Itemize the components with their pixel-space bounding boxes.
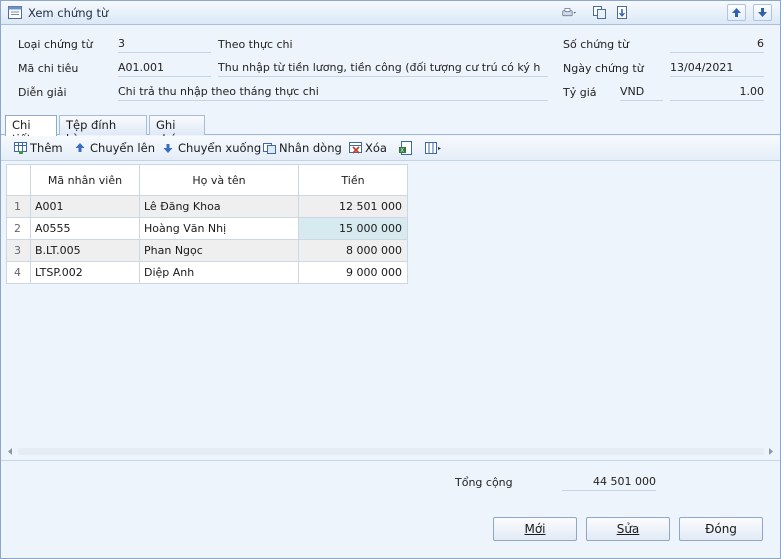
employee-code-cell[interactable]: A001 — [30, 195, 140, 218]
edit-button[interactable]: Sửa — [586, 517, 670, 541]
move-down-button[interactable]: Chuyển xuống — [161, 140, 261, 157]
exchange-rate-label: Tỷ giá — [563, 86, 597, 99]
employee-code-cell[interactable]: A0555 — [30, 217, 140, 240]
row-number: 2 — [6, 217, 31, 240]
delete-row-label: Xóa — [365, 141, 387, 155]
add-row-label: Thêm — [30, 141, 63, 155]
move-down-label: Chuyển xuống — [178, 141, 262, 155]
footer-panel: Tổng cộng 44 501 000 Mới Sửa Đóng — [1, 460, 780, 558]
column-chooser-icon[interactable] — [424, 140, 442, 156]
export-grid-icon[interactable]: X — [398, 140, 414, 156]
voucher-header: Loại chứng từ 3 Theo thực chi Số chứng t… — [1, 26, 780, 114]
close-button[interactable]: Đóng — [679, 517, 763, 541]
add-row-button[interactable]: Thêm — [13, 140, 63, 157]
copy-icon[interactable] — [592, 5, 608, 20]
next-record-button[interactable] — [753, 4, 772, 21]
svg-text:X: X — [400, 148, 404, 154]
detail-grid-area: Mã nhân viên Họ và tên Tiền 1 A001 Lê Đă… — [2, 162, 779, 459]
add-row-icon — [14, 142, 27, 154]
spend-code-field[interactable]: A01.001 — [118, 60, 211, 77]
close-button-label: Đóng — [705, 522, 737, 536]
spend-code-description: Thu nhập từ tiền lương, tiền công (đối t… — [218, 60, 548, 77]
employee-code-cell[interactable]: B.LT.005 — [30, 239, 140, 262]
delete-row-button[interactable]: Xóa — [348, 140, 390, 157]
voucher-view-window: Xem chứng từ Loại chứng từ 3 Theo thực c… — [0, 0, 781, 559]
duplicate-row-icon — [263, 143, 276, 154]
new-button-label: Mới — [524, 522, 546, 536]
voucher-date-field[interactable]: 13/04/2021 — [670, 60, 764, 77]
grid-header-row: Mã nhân viên Họ và tên Tiền — [6, 164, 408, 196]
duplicate-row-button[interactable]: Nhân dòng — [262, 140, 342, 157]
table-row[interactable]: 3 B.LT.005 Phan Ngọc 8 000 000 — [6, 239, 408, 262]
window-title: Xem chứng từ — [28, 6, 109, 20]
amount-cell[interactable]: 12 501 000 — [298, 195, 408, 218]
row-number: 3 — [6, 239, 31, 262]
tab-notes[interactable]: Ghi chú — [149, 115, 205, 146]
move-up-label: Chuyển lên — [90, 141, 155, 155]
full-name-cell[interactable]: Lê Đăng Khoa — [139, 195, 299, 218]
document-icon — [8, 6, 22, 19]
column-header-full-name[interactable]: Họ và tên — [139, 164, 299, 196]
column-header-amount[interactable]: Tiền — [298, 164, 408, 196]
full-name-cell[interactable]: Hoàng Văn Nhị — [139, 217, 299, 240]
currency-field[interactable]: VND — [620, 84, 663, 101]
arrow-up-icon — [75, 143, 85, 152]
voucher-type-description: Theo thực chi — [218, 38, 293, 51]
print-icon[interactable] — [562, 5, 578, 20]
total-label: Tổng cộng — [455, 476, 513, 489]
row-number: 4 — [6, 261, 31, 284]
grid-toolbar: Thêm Chuyển lên Chuyển xuống Nhân dòng X… — [1, 136, 780, 161]
edit-button-label: Sửa — [616, 522, 640, 536]
table-row[interactable]: 4 LTSP.002 Diệp Anh 9 000 000 — [6, 261, 408, 284]
tab-attachments[interactable]: Tệp đính kèm — [59, 115, 147, 146]
full-name-cell[interactable]: Diệp Anh — [139, 261, 299, 284]
detail-grid: Mã nhân viên Họ và tên Tiền 1 A001 Lê Đă… — [6, 164, 408, 284]
amount-cell[interactable]: 8 000 000 — [298, 239, 408, 262]
title-bar: Xem chứng từ — [1, 1, 780, 25]
description-label: Diễn giải — [18, 86, 67, 99]
table-row[interactable]: 2 A0555 Hoàng Văn Nhị 15 000 000 — [6, 217, 408, 240]
tab-details[interactable]: Chi tiết — [5, 115, 57, 146]
horizontal-scrollbar[interactable] — [6, 445, 776, 458]
total-value: 44 501 000 — [562, 474, 656, 491]
new-button[interactable]: Mới — [493, 517, 577, 541]
spend-code-label: Mã chi tiêu — [18, 62, 79, 75]
voucher-number-field[interactable]: 6 — [670, 36, 764, 53]
prev-record-button[interactable] — [727, 4, 746, 21]
employee-code-cell[interactable]: LTSP.002 — [30, 261, 140, 284]
export-icon[interactable] — [614, 5, 630, 20]
arrow-down-icon — [163, 144, 173, 153]
amount-cell-selected[interactable]: 15 000 000 — [298, 217, 408, 240]
scroll-right-icon[interactable] — [767, 447, 775, 456]
next-record-icon — [758, 8, 767, 17]
row-number: 1 — [6, 195, 31, 218]
voucher-date-label: Ngày chứng từ — [563, 62, 644, 75]
duplicate-row-label: Nhân dòng — [279, 141, 342, 155]
exchange-rate-field[interactable]: 1.00 — [670, 84, 764, 101]
delete-row-icon — [349, 142, 362, 154]
full-name-cell[interactable]: Phan Ngọc — [139, 239, 299, 262]
description-field[interactable]: Chi trả thu nhập theo tháng thực chi — [118, 84, 548, 101]
column-header-employee-code[interactable]: Mã nhân viên — [30, 164, 140, 196]
amount-cell[interactable]: 9 000 000 — [298, 261, 408, 284]
table-row[interactable]: 1 A001 Lê Đăng Khoa 12 501 000 — [6, 195, 408, 218]
prev-record-icon — [732, 8, 741, 17]
tab-strip: Chi tiết Tệp đính kèm Ghi chú — [1, 114, 780, 146]
voucher-type-label: Loại chứng từ — [18, 38, 93, 51]
move-up-button[interactable]: Chuyển lên — [73, 140, 155, 157]
voucher-type-field[interactable]: 3 — [118, 36, 211, 53]
scrollbar-track[interactable] — [18, 448, 764, 455]
row-number-header — [6, 164, 31, 196]
scroll-left-icon[interactable] — [6, 447, 14, 456]
voucher-number-label: Số chứng từ — [563, 38, 629, 51]
